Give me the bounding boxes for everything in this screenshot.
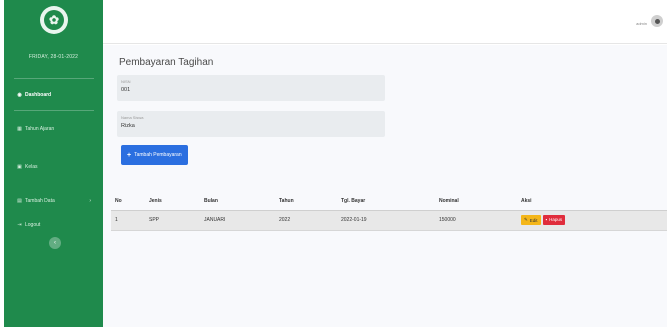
add-payment-button[interactable]: + Tambah Pembayaran	[121, 145, 188, 165]
column-header-nominal: Nominal	[435, 193, 517, 211]
column-header-tgl-bayar: Tgl. Bayar	[337, 193, 435, 211]
column-header-tahun: Tahun	[275, 193, 337, 211]
sidebar-item-logout[interactable]: ⇥ Logout	[17, 222, 40, 228]
edit-button[interactable]: ✎ Edit	[521, 215, 541, 226]
plus-icon: +	[127, 151, 132, 159]
calendar-icon: ▦	[17, 126, 22, 132]
sidebar-item-kelas[interactable]: ▣ Kelas	[17, 164, 38, 170]
sidebar-item-dashboard[interactable]: ◉ Dashboard	[17, 92, 51, 98]
nama-siswa-label: Nama Siswa	[121, 115, 144, 120]
nisn-field: NISN 001	[117, 75, 385, 101]
add-payment-label: Tambah Pembayaran	[134, 152, 182, 158]
chevron-right-icon: ›	[89, 198, 91, 204]
delete-button[interactable]: ▪ Hapus	[542, 214, 566, 225]
nisn-value: 001	[121, 87, 131, 93]
sidebar: ✿ FRIDAY, 28-01-2022 ◉ Dashboard ▦ Tahun…	[4, 0, 103, 327]
sidebar-item-label: Kelas	[25, 164, 38, 170]
cell-tgl-bayar: 2022-01-19	[337, 210, 435, 231]
sidebar-item-tambah-data[interactable]: ▤ Tambah Data ›	[17, 198, 97, 204]
folder-icon: ▤	[17, 198, 22, 204]
nama-siswa-value: Rizka	[121, 123, 135, 129]
column-header-bulan: Bulan	[200, 193, 275, 211]
payment-table: No Jenis Bulan Tahun Tgl. Bayar Nominal …	[111, 193, 667, 231]
school-logo[interactable]: ✿	[40, 6, 68, 34]
cell-nominal: 150000	[435, 210, 517, 231]
sidebar-toggle-button[interactable]: ‹	[49, 237, 61, 249]
tachometer-icon: ◉	[17, 92, 22, 98]
avatar[interactable]	[651, 15, 663, 27]
table-row: 1 SPP JANUARI 2022 2022-01-19 150000 ✎ E…	[111, 210, 667, 231]
nama-siswa-field: Nama Siswa Rizka	[117, 111, 385, 137]
sidebar-item-tahun-ajaran[interactable]: ▦ Tahun Ajaran	[17, 126, 54, 132]
cell-jenis: SPP	[145, 210, 200, 231]
cell-aksi: ✎ Edit ▪ Hapus	[517, 210, 667, 231]
sidebar-item-label: Dashboard	[25, 92, 52, 98]
sidebar-date: FRIDAY, 28-01-2022	[28, 54, 79, 60]
topbar: admin	[103, 0, 667, 44]
cell-tahun: 2022	[275, 210, 337, 231]
user-name[interactable]: admin	[636, 21, 647, 26]
main-content: Pembayaran Tagihan NISN 001 Nama Siswa R…	[103, 45, 667, 327]
trash-icon: ▪	[545, 217, 548, 223]
cell-bulan: JANUARI	[200, 210, 275, 231]
logout-icon: ⇥	[17, 222, 22, 228]
sidebar-item-label: Tambah Data	[25, 198, 55, 204]
edit-label: Edit	[529, 217, 538, 223]
edit-icon: ✎	[524, 217, 528, 223]
delete-label: Hapus	[549, 217, 563, 223]
column-header-no: No	[111, 193, 145, 211]
school-icon: ▣	[17, 164, 22, 170]
column-header-jenis: Jenis	[145, 193, 200, 211]
page-title: Pembayaran Tagihan	[119, 57, 214, 68]
logo-emblem-icon: ✿	[44, 10, 64, 30]
sidebar-item-label: Tahun Ajaran	[25, 126, 55, 132]
sidebar-divider	[14, 78, 94, 79]
column-header-aksi: Aksi	[517, 193, 667, 211]
nisn-label: NISN	[121, 79, 131, 84]
sidebar-item-label: Logout	[25, 222, 41, 228]
cell-no: 1	[111, 210, 145, 231]
user-icon	[654, 18, 660, 24]
sidebar-divider	[14, 110, 94, 111]
table-header-row: No Jenis Bulan Tahun Tgl. Bayar Nominal …	[111, 193, 667, 211]
